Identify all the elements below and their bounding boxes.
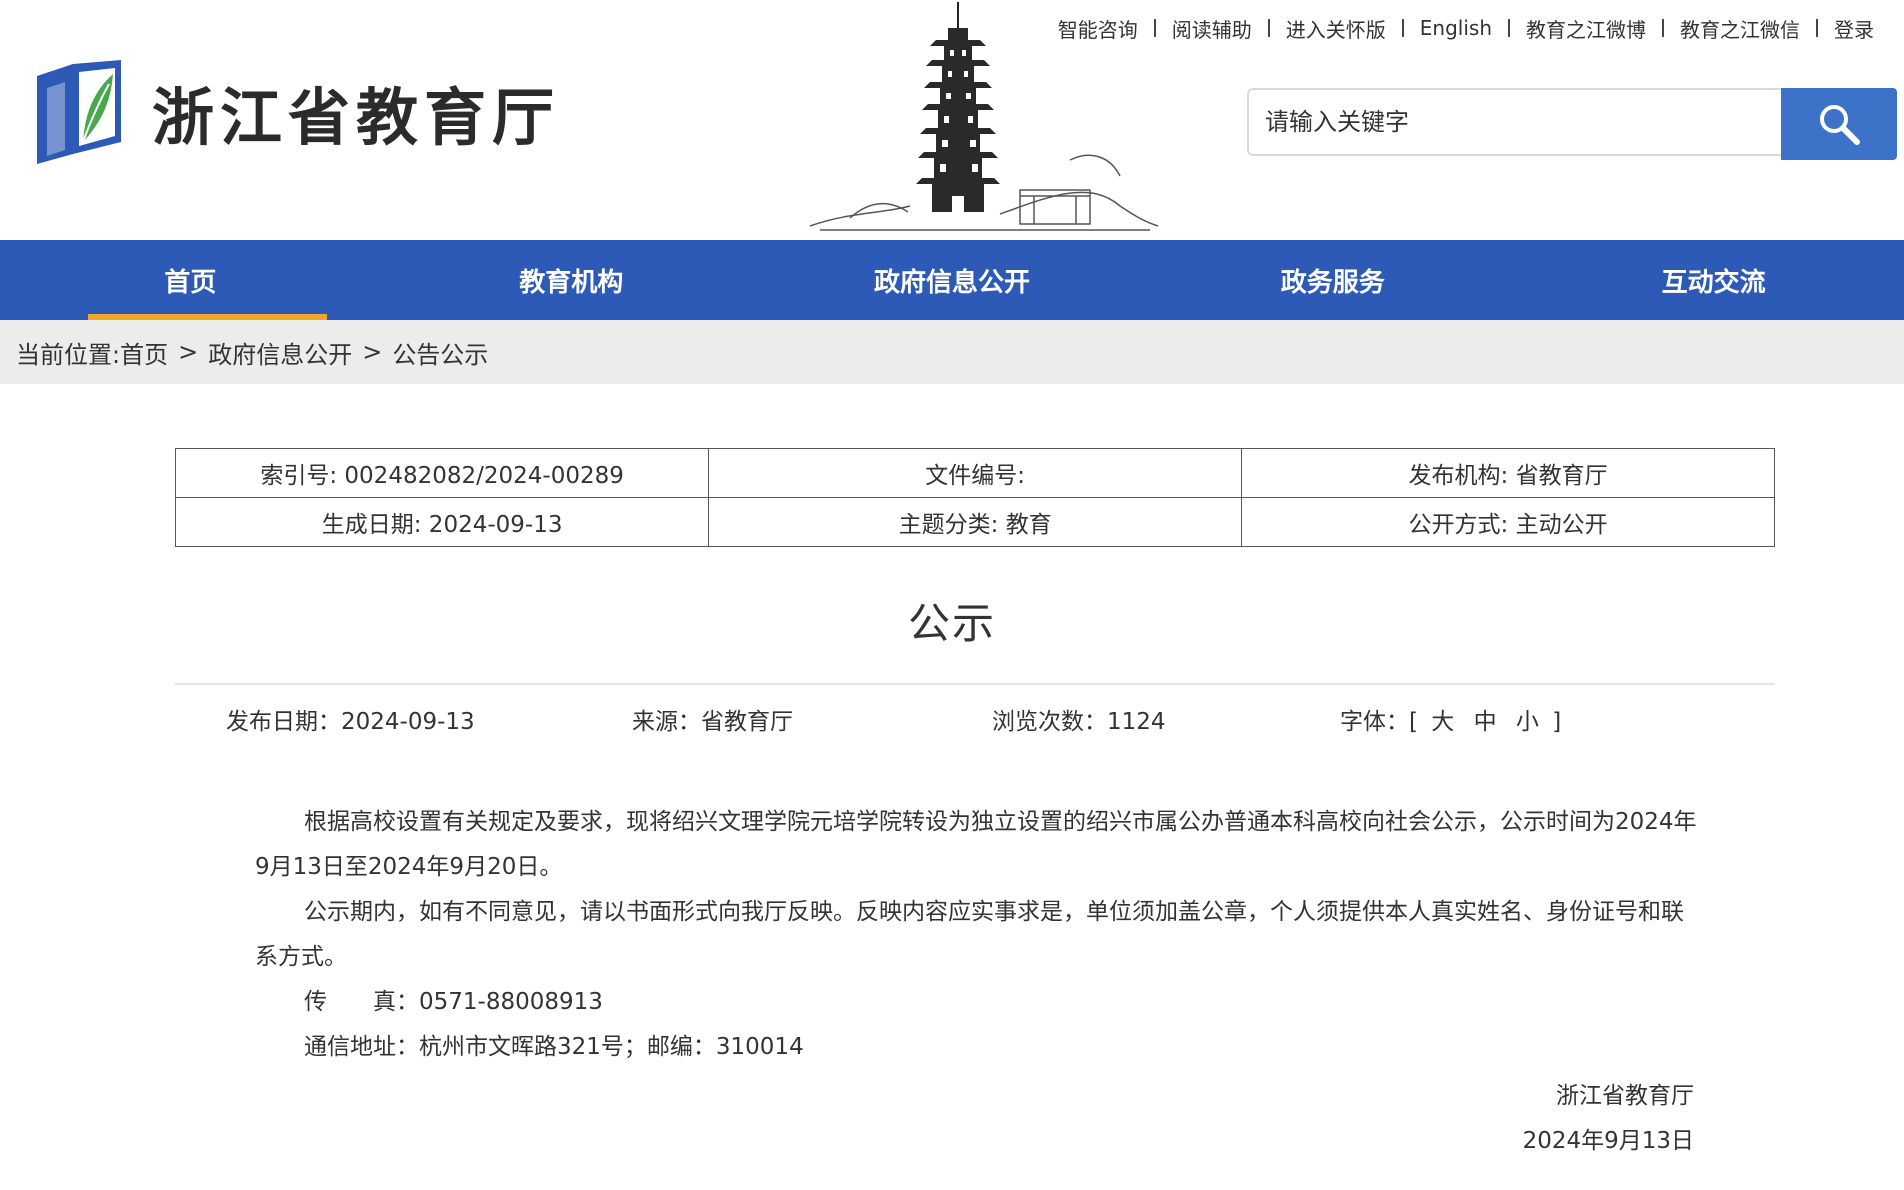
search-button[interactable]: [1781, 88, 1897, 160]
breadcrumb-prefix: 当前位置:: [16, 340, 121, 369]
breadcrumb-separator: >: [362, 338, 383, 366]
source: 来源：省教育厅: [632, 709, 793, 735]
main-nav: 首页 教育机构 政府信息公开 政务服务 互动交流: [0, 240, 1904, 320]
nav-gov-info[interactable]: 政府信息公开: [762, 240, 1143, 320]
font-size-medium[interactable]: 中: [1474, 709, 1497, 735]
site-title[interactable]: 浙江省教育厅: [152, 78, 560, 158]
toplink-wechat[interactable]: 教育之江微信: [1680, 14, 1800, 43]
article-title: 公示: [907, 599, 996, 648]
meta-created-date: 生成日期: 2024-09-13: [174, 497, 710, 547]
toplink-reading-assist[interactable]: 阅读辅助: [1172, 14, 1252, 43]
meta-doc-no: 文件编号:: [708, 448, 1243, 498]
font-size-small[interactable]: 小: [1516, 709, 1539, 735]
meta-publisher: 发布机构: 省教育厅: [1241, 448, 1775, 498]
toplink-care-version[interactable]: 进入关怀版: [1286, 14, 1386, 43]
search-input[interactable]: [1247, 88, 1782, 156]
nav-services[interactable]: 政务服务: [1142, 240, 1523, 320]
view-count: 浏览次数：1124: [992, 709, 1166, 735]
divider: [1662, 19, 1664, 37]
toplink-login[interactable]: 登录: [1834, 14, 1874, 43]
nav-interaction[interactable]: 互动交流: [1523, 240, 1904, 320]
font-size-control: 字体：[ 大 中 小 ]: [1340, 702, 1561, 736]
nav-institutions[interactable]: 教育机构: [381, 240, 762, 320]
top-links: 智能咨询 阅读辅助 进入关怀版 English 教育之江微博 教育之江微信 登录: [1058, 10, 1874, 46]
breadcrumb-gov-info[interactable]: 政府信息公开: [208, 335, 352, 370]
breadcrumb: 当前位置: 首页 > 政府信息公开 > 公告公示: [0, 320, 1904, 384]
signature-org: 浙江省教育厅: [1556, 1083, 1694, 1109]
divider: [1401, 19, 1404, 37]
publish-date: 发布日期：2024-09-13: [226, 709, 475, 735]
meta-topic: 主题分类: 教育: [708, 497, 1243, 547]
meta-disclosure: 公开方式: 主动公开: [1241, 497, 1775, 547]
address-line: 通信地址：杭州市文晖路321号；邮编：310014: [304, 1034, 804, 1060]
fax-line: 传 真：0571-88008913: [304, 989, 603, 1015]
breadcrumb-announcements[interactable]: 公告公示: [392, 335, 488, 370]
breadcrumb-separator: >: [178, 338, 199, 366]
meta-index-no: 索引号: 002482082/2024-00289: [174, 448, 710, 498]
paragraph: 根据高校设置有关规定及要求，现将绍兴文理学院元培学院转设为独立设置的绍兴市属公办…: [255, 809, 1697, 880]
toplink-english[interactable]: English: [1420, 16, 1492, 40]
divider: [1267, 19, 1270, 37]
header: 浙江省教育厅 智能咨询 阅读辅助 进入关怀版 English 教育之江微博 教育…: [0, 0, 1904, 240]
signature-date: 2024年9月13日: [1522, 1128, 1694, 1154]
emblem-logo-icon[interactable]: [33, 58, 125, 166]
breadcrumb-home[interactable]: 首页: [120, 335, 168, 370]
document-meta-table: 索引号: 002482082/2024-00289 文件编号: 发布机构: 省教…: [174, 448, 1775, 547]
search-icon: [1820, 105, 1860, 145]
divider: [1153, 19, 1156, 37]
font-size-label: 字体：[: [1340, 709, 1418, 735]
divider: [1816, 19, 1818, 37]
font-size-large[interactable]: 大: [1431, 709, 1454, 735]
article-body: 根据高校设置有关规定及要求，现将绍兴文理学院元培学院转设为独立设置的绍兴市属公办…: [255, 800, 1705, 1070]
divider: [1508, 19, 1510, 37]
toplink-smart-consult[interactable]: 智能咨询: [1058, 14, 1138, 43]
toplink-weibo[interactable]: 教育之江微博: [1526, 14, 1646, 43]
search-bar: [1247, 88, 1897, 160]
divider: [175, 683, 1775, 685]
paragraph: 公示期内，如有不同意见，请以书面形式向我厅反映。反映内容应实事求是，单位须加盖公…: [255, 899, 1684, 970]
nav-home[interactable]: 首页: [0, 240, 381, 320]
font-size-close: ]: [1552, 709, 1562, 735]
